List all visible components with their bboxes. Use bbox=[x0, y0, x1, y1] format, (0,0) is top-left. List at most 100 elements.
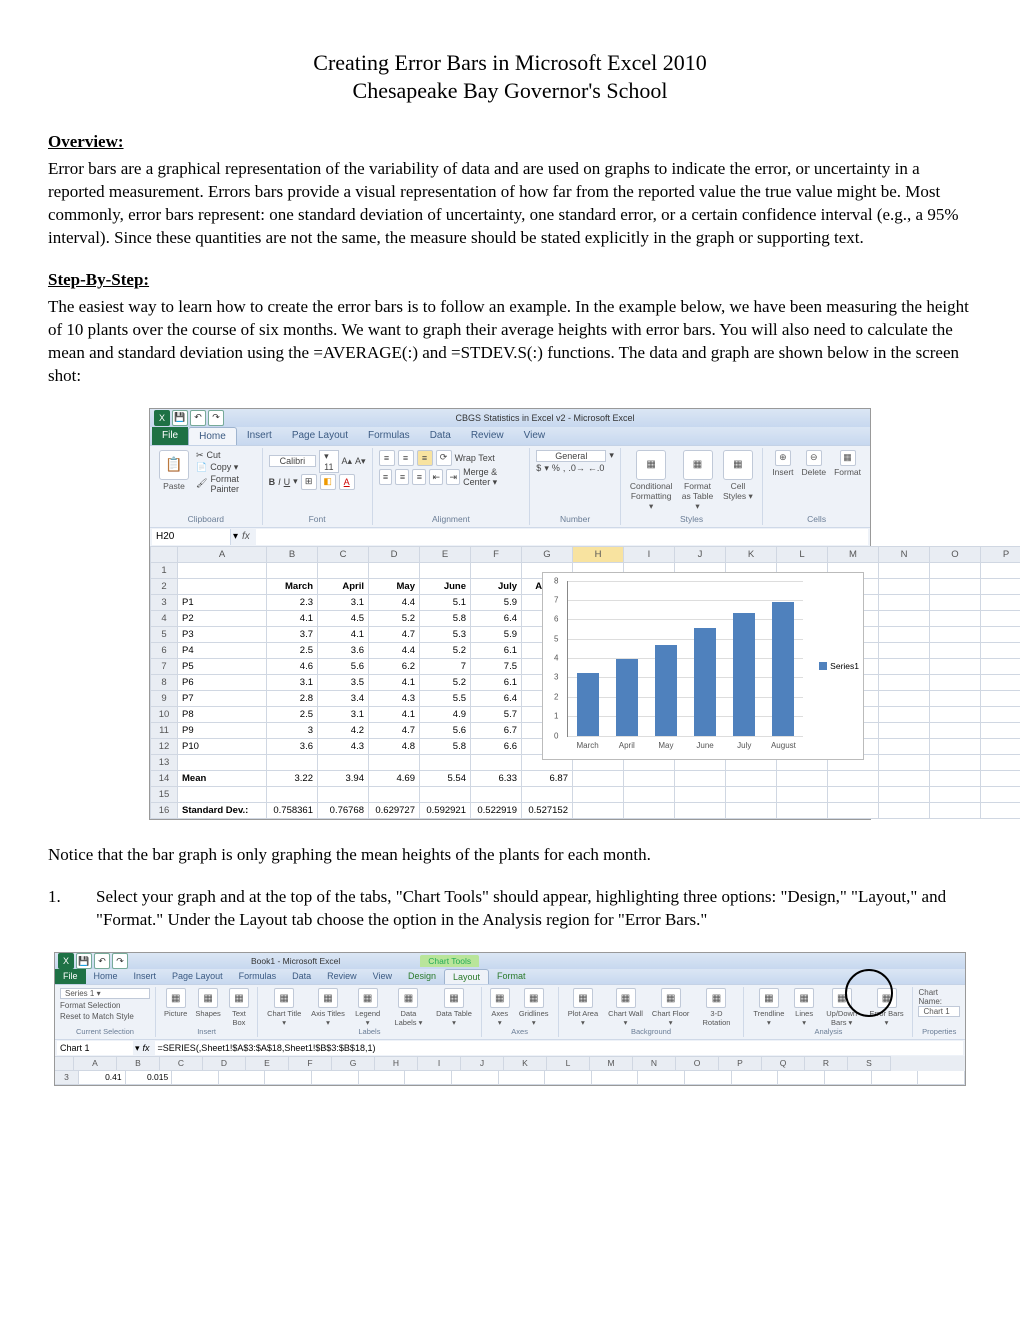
font-size-select[interactable]: ▾ 11 bbox=[319, 450, 338, 473]
redo-icon[interactable]: ↷ bbox=[112, 953, 128, 969]
cell[interactable]: Standard Dev.: bbox=[178, 802, 267, 818]
cell[interactable] bbox=[369, 754, 420, 770]
painter-label[interactable]: Format Painter bbox=[210, 474, 255, 494]
cell[interactable] bbox=[828, 770, 879, 786]
grow-font-icon[interactable]: A▴ bbox=[342, 456, 353, 467]
percent-icon[interactable]: % bbox=[552, 463, 560, 473]
cell[interactable] bbox=[369, 562, 420, 578]
cell[interactable] bbox=[879, 690, 930, 706]
cell[interactable] bbox=[981, 674, 1020, 690]
cell[interactable] bbox=[267, 754, 318, 770]
cell[interactable]: 5.2 bbox=[369, 610, 420, 626]
chart-bar[interactable] bbox=[733, 613, 755, 736]
cell[interactable] bbox=[732, 1071, 779, 1085]
ribbon-button-label[interactable]: Chart Wall ▾ bbox=[607, 1009, 644, 1027]
ribbon-tab-view[interactable]: View bbox=[514, 427, 556, 445]
fx-icon-2[interactable]: fx bbox=[140, 1043, 153, 1053]
trendline--icon[interactable]: ▦ bbox=[759, 988, 779, 1008]
ribbon-button[interactable]: ▦Data Labels ▾ bbox=[387, 988, 431, 1027]
align-left-icon[interactable]: ≡ bbox=[379, 469, 393, 485]
format-table-icon[interactable]: ▦ bbox=[683, 450, 713, 480]
comma-icon[interactable]: , bbox=[563, 463, 566, 473]
cell[interactable] bbox=[918, 1071, 965, 1085]
row-header[interactable]: 1 bbox=[151, 562, 178, 578]
format-selection-button[interactable]: Format Selection bbox=[60, 1001, 150, 1010]
cell[interactable] bbox=[777, 770, 828, 786]
ribbon-button-label[interactable]: Axes ▾ bbox=[490, 1009, 510, 1027]
ribbon-button[interactable]: ▦Chart Wall ▾ bbox=[604, 988, 647, 1027]
picture-icon[interactable]: ▦ bbox=[166, 988, 186, 1008]
col-header[interactable]: K bbox=[726, 546, 777, 562]
indent-inc-icon[interactable]: ⇥ bbox=[446, 469, 460, 485]
cell[interactable]: 3.94 bbox=[318, 770, 369, 786]
col-header[interactable]: J bbox=[461, 1056, 504, 1071]
chart-tools-tab-format[interactable]: Format bbox=[489, 969, 534, 984]
ribbon-tab-file[interactable]: File bbox=[152, 427, 188, 445]
cell[interactable] bbox=[930, 578, 981, 594]
cell[interactable] bbox=[981, 754, 1020, 770]
row-header[interactable]: 6 bbox=[151, 642, 178, 658]
cell[interactable] bbox=[981, 626, 1020, 642]
col-header[interactable]: L bbox=[777, 546, 828, 562]
ribbon-button-label[interactable]: Data Labels ▾ bbox=[390, 1009, 428, 1027]
lines--icon[interactable]: ▦ bbox=[794, 988, 814, 1008]
cell[interactable] bbox=[172, 1071, 219, 1085]
cell[interactable] bbox=[318, 754, 369, 770]
currency-icon[interactable]: $ bbox=[536, 463, 541, 473]
cell[interactable]: 4.69 bbox=[369, 770, 420, 786]
ribbon-button[interactable]: ▦Picture bbox=[161, 988, 190, 1027]
cell[interactable] bbox=[981, 642, 1020, 658]
cell[interactable] bbox=[981, 658, 1020, 674]
insert-label[interactable]: Insert bbox=[772, 467, 793, 477]
col-header[interactable]: Q bbox=[762, 1056, 805, 1071]
cell[interactable]: 3.6 bbox=[318, 642, 369, 658]
cell[interactable] bbox=[930, 802, 981, 818]
cell[interactable]: 6.6 bbox=[471, 738, 522, 754]
ribbon-tab-insert[interactable]: Insert bbox=[237, 427, 282, 445]
cell[interactable]: 0.015 bbox=[126, 1071, 173, 1085]
wrap-text-button[interactable]: Wrap Text bbox=[455, 453, 495, 463]
cell[interactable]: 0.592921 bbox=[420, 802, 471, 818]
ribbon-button[interactable]: ▦Axes ▾ bbox=[487, 988, 513, 1027]
align-top-icon[interactable]: ≡ bbox=[379, 450, 395, 466]
cell[interactable] bbox=[573, 770, 624, 786]
cell[interactable] bbox=[359, 1071, 406, 1085]
cell[interactable] bbox=[930, 562, 981, 578]
cell[interactable] bbox=[981, 562, 1020, 578]
cell[interactable]: 5.1 bbox=[420, 594, 471, 610]
col-header[interactable]: L bbox=[547, 1056, 590, 1071]
ribbon-tab-home[interactable]: Home bbox=[86, 969, 126, 984]
cell[interactable] bbox=[420, 754, 471, 770]
row-header[interactable]: 14 bbox=[151, 770, 178, 786]
chart-bar[interactable] bbox=[616, 659, 638, 735]
cell[interactable] bbox=[930, 594, 981, 610]
delete-cells-icon[interactable]: ⊖ bbox=[806, 450, 822, 466]
chart-bar[interactable] bbox=[655, 645, 677, 736]
cell[interactable] bbox=[675, 770, 726, 786]
cell[interactable]: 4.2 bbox=[318, 722, 369, 738]
cell[interactable]: 6.7 bbox=[471, 722, 522, 738]
ribbon-button[interactable]: ▦Text Box bbox=[226, 988, 252, 1027]
copy-label[interactable]: Copy ▾ bbox=[210, 462, 238, 473]
cell[interactable] bbox=[522, 786, 573, 802]
cell[interactable]: P3 bbox=[178, 626, 267, 642]
col-header[interactable]: P bbox=[719, 1056, 762, 1071]
ribbon-tab-home[interactable]: Home bbox=[188, 427, 237, 445]
cell[interactable] bbox=[879, 578, 930, 594]
cell[interactable] bbox=[777, 786, 828, 802]
cell[interactable]: May bbox=[369, 578, 420, 594]
cell[interactable] bbox=[930, 786, 981, 802]
name-box[interactable]: H20 bbox=[152, 529, 231, 545]
undo-icon[interactable]: ↶ bbox=[94, 953, 110, 969]
merge-center-button[interactable]: Merge & Center ▾ bbox=[463, 467, 523, 488]
fill-color-icon[interactable]: ◧ bbox=[320, 474, 336, 490]
cell[interactable] bbox=[726, 786, 777, 802]
cell[interactable] bbox=[879, 658, 930, 674]
ribbon-tab-data[interactable]: Data bbox=[284, 969, 319, 984]
cell[interactable] bbox=[624, 786, 675, 802]
cell[interactable]: 4.8 bbox=[369, 738, 420, 754]
number-format-select[interactable]: General bbox=[536, 450, 606, 462]
font-name-select[interactable]: Calibri bbox=[269, 455, 317, 467]
cell[interactable]: 3.22 bbox=[267, 770, 318, 786]
cell[interactable] bbox=[879, 642, 930, 658]
